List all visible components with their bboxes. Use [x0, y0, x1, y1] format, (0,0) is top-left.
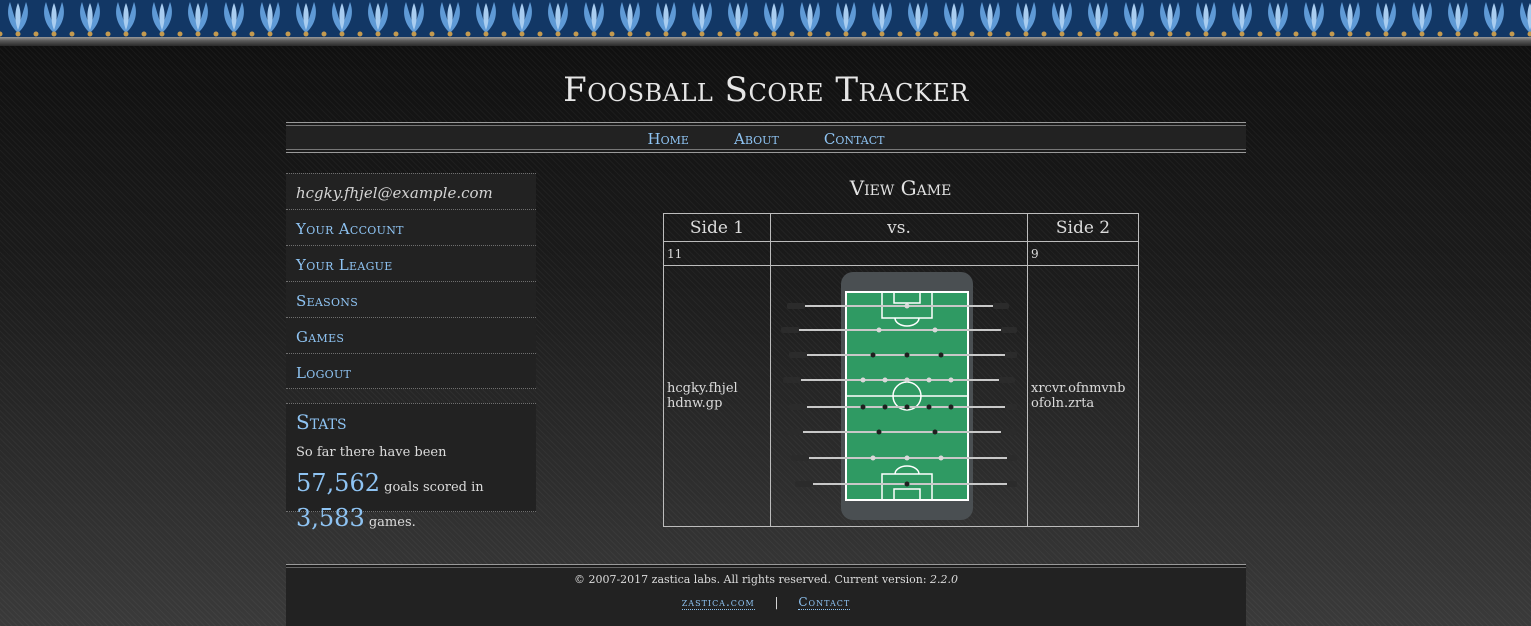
copyright-text: © 2007-2017 zastica labs. All rights res… [286, 573, 1246, 586]
stats-panel: Stats So far there have been 57,562 goal… [286, 403, 536, 532]
game-header-row: Side 1 vs. Side 2 [663, 213, 1139, 242]
side-2-player: xrcvr.ofnmvnb [1031, 381, 1126, 396]
seasons-link[interactable]: Seasons [296, 292, 358, 310]
sidebar-item-your-league: Your League [286, 245, 536, 281]
sidebar-item-games: Games [286, 317, 536, 353]
your-account-link[interactable]: Your Account [296, 220, 404, 238]
site-title: Foosball Score Tracker [563, 70, 969, 110]
vs-score-cell [770, 241, 1028, 266]
your-league-link[interactable]: Your League [296, 256, 393, 274]
players-row: hcgky.fhjel hdnw.gp xrcvr.ofnmvnb ofoln.… [663, 265, 1139, 527]
top-navigation: Home About Contact [286, 122, 1246, 153]
foosball-table-cell [770, 265, 1028, 527]
games-link[interactable]: Games [296, 328, 344, 346]
stats-text: So far there have been 57,562 goals scor… [296, 438, 526, 538]
side-1-player: hdnw.gp [667, 396, 723, 411]
footer-zastica-link[interactable]: zastica.com [681, 595, 755, 610]
side-2-score: 9 [1027, 241, 1139, 266]
logout-link[interactable]: Logout [296, 364, 351, 382]
side-1-score: 11 [663, 241, 771, 266]
stats-text-3: games. [368, 515, 416, 530]
nav-home-link[interactable]: Home [648, 130, 689, 148]
nav-contact-link[interactable]: Contact [824, 130, 885, 148]
footer-separator: | [774, 595, 779, 609]
side-1-header: Side 1 [663, 213, 771, 242]
footer: © 2007-2017 zastica labs. All rights res… [286, 564, 1246, 626]
side-2-player: ofoln.zrta [1031, 396, 1095, 411]
games-count: 3,583 [296, 504, 365, 532]
side-2-header: Side 2 [1027, 213, 1139, 242]
stats-text-2: goals scored in [384, 480, 484, 495]
sidebar: hcgky.fhjel@example.com Your Account You… [286, 173, 536, 532]
footer-contact-link[interactable]: Contact [798, 595, 851, 610]
sidebar-item-logout: Logout [286, 353, 536, 389]
ornament-pattern [0, 0, 1531, 37]
game-table: Side 1 vs. Side 2 11 9 hcgky.fhjel hdnw.… [663, 213, 1139, 527]
stats-heading: Stats [296, 410, 347, 434]
foosball-table-icon [781, 272, 1017, 520]
stats-text-1: So far there have been [296, 445, 447, 460]
side-1-player: hcgky.fhjel [667, 381, 738, 396]
nav-about-link[interactable]: About [734, 130, 779, 148]
version: 2.2.0 [930, 573, 959, 586]
banner-edge [0, 37, 1531, 46]
side-1-players: hcgky.fhjel hdnw.gp [663, 265, 771, 527]
goals-count: 57,562 [296, 469, 380, 497]
sidebar-user-email: hcgky.fhjel@example.com [286, 173, 536, 209]
copyright: © 2007-2017 zastica labs. All rights res… [573, 573, 927, 586]
view-game-title: View Game [849, 176, 952, 200]
side-2-players: xrcvr.ofnmvnb ofoln.zrta [1027, 265, 1139, 527]
sidebar-item-seasons: Seasons [286, 281, 536, 317]
score-row: 11 9 [663, 241, 1139, 266]
vs-header: vs. [770, 213, 1028, 242]
sidebar-item-your-account: Your Account [286, 209, 536, 245]
footer-links: zastica.com | Contact [286, 595, 1246, 610]
